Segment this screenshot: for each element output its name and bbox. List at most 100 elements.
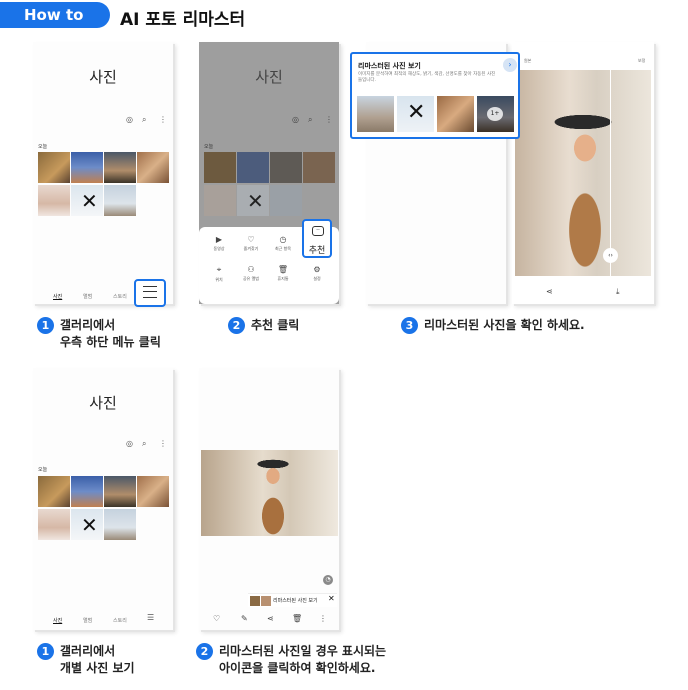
step-text: 우측 하단 메뉴 클릭 <box>60 335 161 349</box>
compare-handle-icon[interactable]: ‹› <box>603 248 618 263</box>
hamburger-menu-icon[interactable] <box>143 286 157 298</box>
photo-thumb[interactable] <box>71 476 103 507</box>
select-icon[interactable]: ◎ <box>126 115 133 124</box>
remaster-popup[interactable]: 리마스터된 사진 보기 이미지를 분석하여 최적의 해상도, 밝기, 색감, 선… <box>350 52 520 139</box>
more-count-badge: 1+ <box>487 107 503 121</box>
edit-icon[interactable]: ✎ <box>241 614 248 623</box>
how-to-badge: How to <box>0 2 110 28</box>
compare-original-label: 원본 <box>524 58 532 63</box>
step-number: 2 <box>228 317 245 334</box>
sheet-recent[interactable]: ◷ 최근 항목 <box>269 235 297 252</box>
gallery-title: 사진 <box>89 394 117 412</box>
photo-thumb[interactable] <box>104 476 136 507</box>
more-icon[interactable]: ⋮ <box>159 439 167 448</box>
photo-thumb[interactable]: ✕ <box>71 509 103 540</box>
delete-icon[interactable]: 🗑 <box>292 614 302 623</box>
share-icon[interactable]: ⋖ <box>546 287 553 296</box>
sheet-location-label: 위치 <box>215 277 223 282</box>
sheet-settings-label: 설정 <box>313 276 321 281</box>
remaster-thumb-icon: ✕ <box>328 594 335 603</box>
share-icon[interactable]: ⋖ <box>267 614 274 623</box>
remaster-link-label: 리마스터된 사진 보기 <box>273 598 318 604</box>
more-icon[interactable]: ⋮ <box>159 115 167 124</box>
compare-divider[interactable] <box>610 70 611 276</box>
gear-icon: ⚙ <box>313 265 321 274</box>
nav-albums[interactable]: 앨범 <box>83 617 92 624</box>
photo-thumb: ✕ <box>237 185 269 216</box>
popup-thumb-more[interactable]: 1+ <box>477 96 514 132</box>
photo-thumb <box>303 152 335 183</box>
compare-remastered-label: 보정 <box>638 58 646 63</box>
photo-thumb[interactable] <box>38 152 70 183</box>
popup-thumb[interactable] <box>357 96 394 132</box>
sheet-recent-label: 최근 항목 <box>275 246 291 251</box>
recommend-label: 추천 <box>308 246 326 256</box>
step-number: 1 <box>37 643 54 660</box>
photo-thumb[interactable]: ✕ <box>71 185 103 216</box>
more-icon[interactable]: ⋮ <box>319 614 327 623</box>
nav-stories[interactable]: 스토리 <box>113 617 127 624</box>
sheet-location[interactable]: ⌖ 위치 <box>205 265 233 283</box>
hamburger-menu-icon[interactable]: ☰ <box>147 613 154 622</box>
people-icon: ⚇ <box>247 265 255 274</box>
screen-gallery-menu: 사진 ◎ ⌕ ⋮ 오늘 ✕ ▶ 동영상 ♡ 즐겨찾기 ◷ 최근 항목 ⌖ 위치 ⚇ 공유 … <box>199 42 339 304</box>
step-2-row1: 2 추천 클릭 <box>228 317 299 334</box>
sheet-settings[interactable]: ⚙ 설정 <box>303 265 331 282</box>
sheet-favorites-label: 즐겨찾기 <box>243 246 259 251</box>
photo-thumb[interactable] <box>38 509 70 540</box>
photo-thumb <box>204 185 236 216</box>
trash-icon: 🗑 <box>277 265 289 274</box>
remaster-thumb <box>250 596 260 606</box>
viewer-photo <box>201 450 338 536</box>
step-1-row1: 1 갤러리에서 우측 하단 메뉴 클릭 <box>37 317 161 351</box>
search-icon: ⌕ <box>308 115 313 124</box>
photo-thumb[interactable] <box>137 476 169 507</box>
step-number: 1 <box>37 317 54 334</box>
nav-photos[interactable]: 사진 <box>53 617 62 624</box>
favorite-icon[interactable]: ♡ <box>213 614 220 623</box>
recommend-icon: ·· <box>312 226 324 236</box>
step-number: 3 <box>401 317 418 334</box>
sheet-favorites[interactable]: ♡ 즐겨찾기 <box>237 235 265 252</box>
nav-albums[interactable]: 앨범 <box>83 293 92 300</box>
popup-arrow-icon[interactable]: › <box>503 58 517 72</box>
today-label: 오늘 <box>38 144 48 150</box>
screen-compare: 원본 보정 ‹› ⋖ ⤓ <box>512 42 654 304</box>
remaster-thumb <box>261 596 271 606</box>
video-icon: ▶ <box>215 235 223 244</box>
step-text: 개별 사진 보기 <box>60 661 135 675</box>
photo-thumb[interactable] <box>104 152 136 183</box>
today-label: 오늘 <box>204 144 214 150</box>
sheet-trash-label: 휴지통 <box>277 276 289 281</box>
popup-thumb[interactable]: ✕ <box>397 96 434 132</box>
photo-thumb[interactable] <box>104 509 136 540</box>
photo-thumb[interactable] <box>38 185 70 216</box>
clock-icon: ◷ <box>279 235 287 244</box>
popup-thumb[interactable] <box>437 96 474 132</box>
remaster-label-bar[interactable]: 리마스터된 사진 보기 ✕ <box>248 593 337 607</box>
sheet-shared-albums[interactable]: ⚇ 공유 앨범 <box>237 265 265 282</box>
remaster-icon[interactable]: ◔ <box>323 575 333 585</box>
select-icon[interactable]: ◎ <box>126 439 133 448</box>
photo-thumb <box>204 152 236 183</box>
step-number: 2 <box>196 643 213 660</box>
search-icon[interactable]: ⌕ <box>142 115 146 125</box>
select-icon: ◎ <box>292 115 299 124</box>
photo-thumb[interactable] <box>137 152 169 183</box>
sheet-videos[interactable]: ▶ 동영상 <box>205 235 233 252</box>
sheet-trash[interactable]: 🗑 휴지통 <box>269 265 297 282</box>
photo-thumb[interactable] <box>38 476 70 507</box>
photo-thumb[interactable] <box>104 185 136 216</box>
nav-photos[interactable]: 사진 <box>53 293 62 300</box>
sheet-shared-label: 공유 앨범 <box>243 276 259 281</box>
nav-stories[interactable]: 스토리 <box>113 293 127 300</box>
download-icon[interactable]: ⤓ <box>616 287 620 297</box>
step-text: 갤러리에서 <box>60 644 116 658</box>
photo-thumb[interactable] <box>71 152 103 183</box>
screen-photo-viewer: ◔ 리마스터된 사진 보기 ✕ ♡ ✎ ⋖ 🗑 ⋮ <box>199 368 339 630</box>
search-icon[interactable]: ⌕ <box>142 439 146 449</box>
pin-icon: ⌖ <box>216 265 222 274</box>
recommend-button[interactable]: ·· 추천 <box>302 219 332 258</box>
page-title: AI 포토 리마스터 <box>120 10 246 30</box>
today-label: 오늘 <box>38 467 48 473</box>
